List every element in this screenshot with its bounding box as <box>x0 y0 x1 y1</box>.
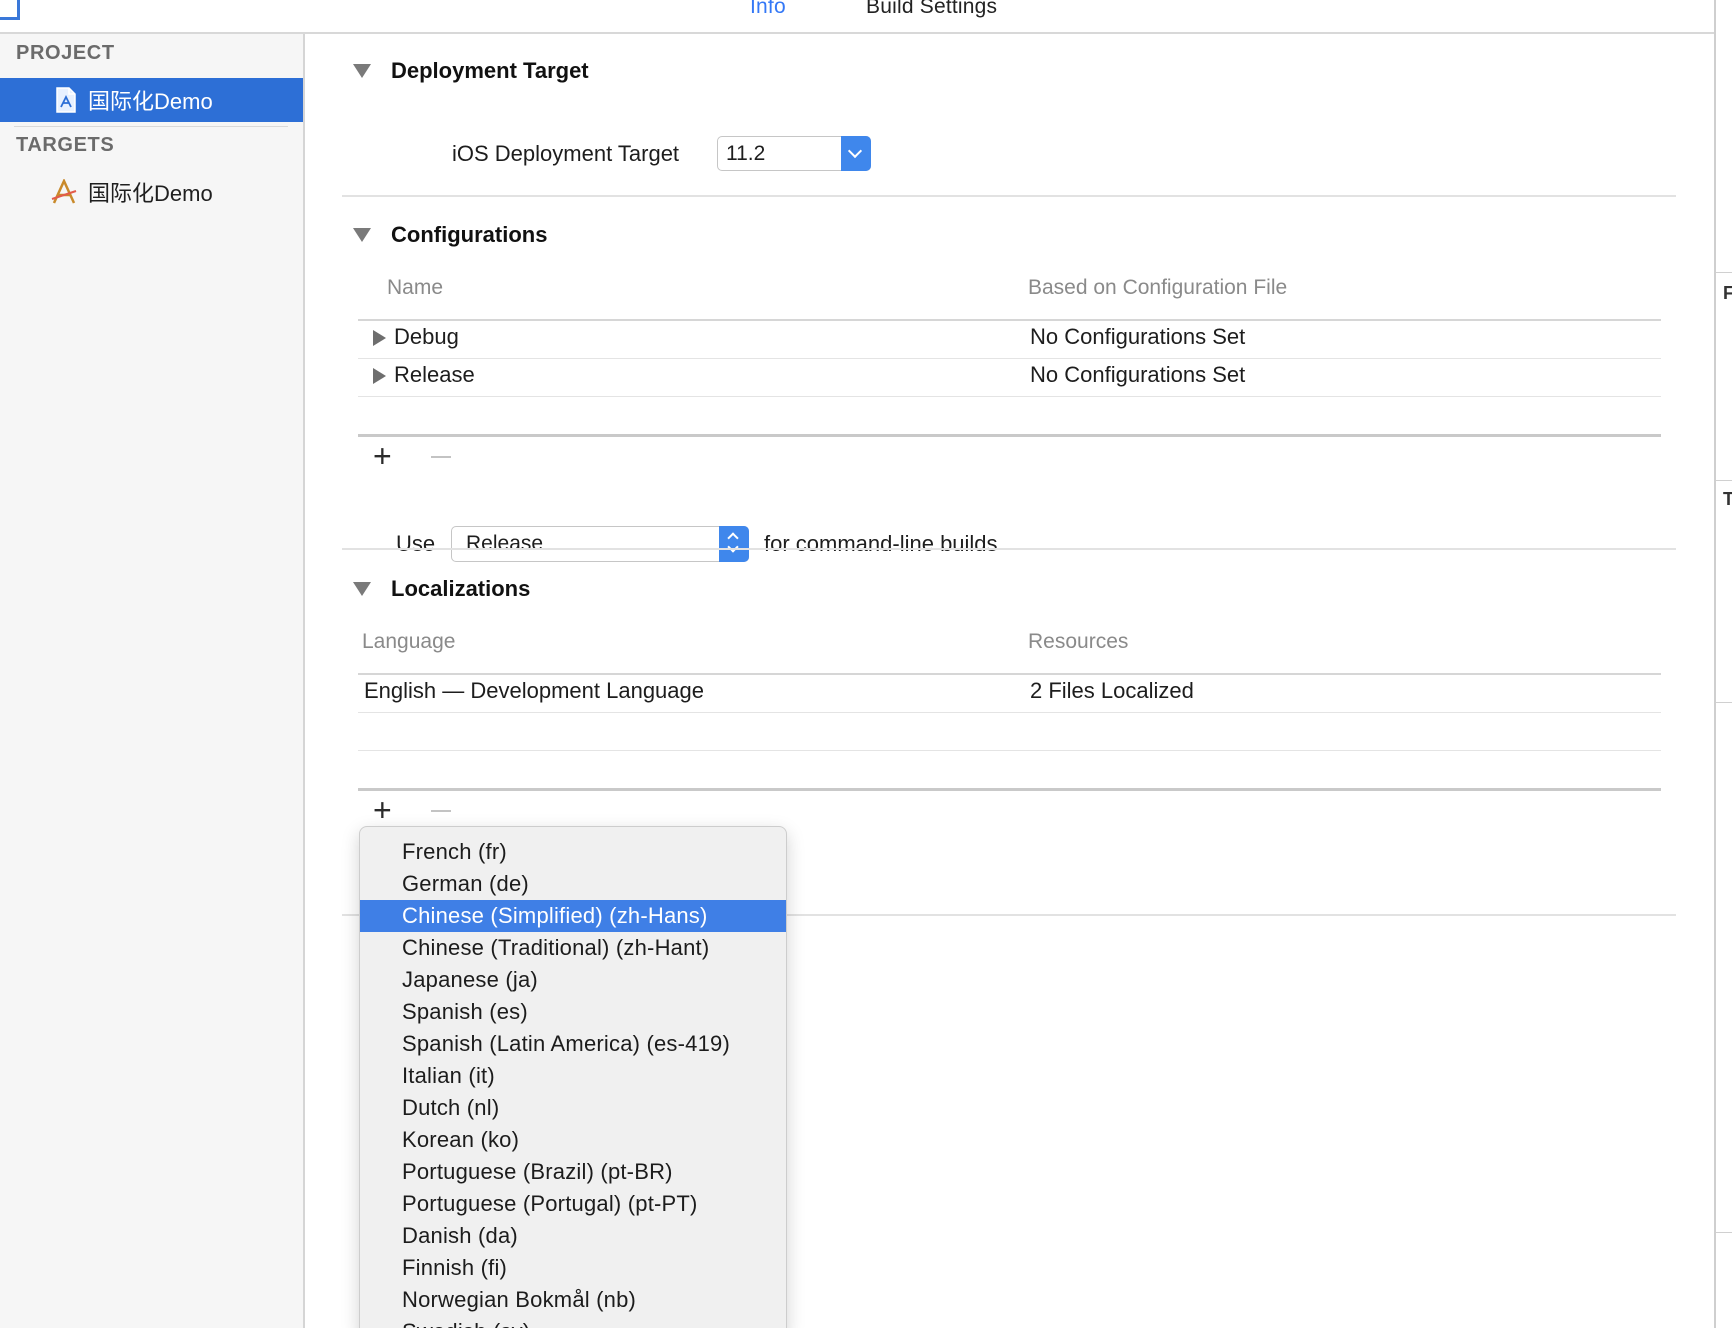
table-header-divider <box>358 319 1661 321</box>
config-name: Release <box>394 362 475 387</box>
column-header-resources[interactable]: Resources <box>1028 630 1128 654</box>
edge-divider <box>1716 272 1732 273</box>
combo-value: 11.2 <box>726 141 766 165</box>
window-corner-indicator <box>0 0 20 20</box>
row-divider <box>358 750 1661 751</box>
section-title: Configurations <box>391 222 548 247</box>
command-line-config-popup[interactable]: Release <box>451 526 749 562</box>
disclosure-triangle-icon[interactable] <box>353 228 371 242</box>
project-navigator: PROJECT 国际化Demo TARGETS 国际化Demo <box>0 34 305 1328</box>
disclosure-triangle-icon[interactable] <box>373 368 386 385</box>
configurations-section[interactable]: Configurations <box>353 222 547 248</box>
disclosure-triangle-icon[interactable] <box>373 330 386 347</box>
disclosure-triangle-icon[interactable] <box>353 582 371 596</box>
row-divider <box>358 396 1661 397</box>
menu-item-swedish[interactable]: Swedish (sv) <box>360 1316 786 1328</box>
localizations-section[interactable]: Localizations <box>353 576 530 602</box>
menu-item-german[interactable]: German (de) <box>360 868 786 900</box>
column-header-language[interactable]: Language <box>362 630 455 654</box>
table-bottom-border <box>358 788 1661 791</box>
sidebar-divider <box>14 126 288 127</box>
config-file-value: No Configurations Set <box>1030 324 1246 349</box>
project-section-header: PROJECT <box>16 42 115 64</box>
menu-item-french[interactable]: French (fr) <box>360 836 786 868</box>
edge-glyph: F <box>1723 283 1732 303</box>
app-target-icon <box>50 177 78 205</box>
section-divider <box>342 548 1676 550</box>
deployment-target-section[interactable]: Deployment Target <box>353 58 589 84</box>
localization-resources: 2 Files Localized <box>1030 678 1194 703</box>
menu-item-portuguese-brazil[interactable]: Portuguese (Brazil) (pt-BR) <box>360 1156 786 1188</box>
menu-item-dutch[interactable]: Dutch (nl) <box>360 1092 786 1124</box>
column-header-name[interactable]: Name <box>387 276 443 300</box>
ios-deployment-target-label: iOS Deployment Target <box>452 141 680 166</box>
config-name: Debug <box>394 324 459 349</box>
column-header-config-file[interactable]: Based on Configuration File <box>1028 276 1287 300</box>
tab-build-settings[interactable]: Build Settings <box>866 0 997 19</box>
menu-item-italian[interactable]: Italian (it) <box>360 1060 786 1092</box>
tab-info[interactable]: Info <box>750 0 786 19</box>
table-header-divider <box>358 673 1661 675</box>
sidebar-item-label: 国际化Demo <box>88 89 213 114</box>
table-row[interactable]: Release <box>373 362 475 388</box>
use-label: Use <box>396 531 436 556</box>
menu-item-spanish-latin-america[interactable]: Spanish (Latin America) (es-419) <box>360 1028 786 1060</box>
row-divider <box>358 358 1661 359</box>
remove-configuration-button[interactable] <box>431 456 451 458</box>
project-file-icon <box>54 87 78 113</box>
config-file-value: No Configurations Set <box>1030 362 1246 387</box>
language-menu[interactable]: French (fr) German (de) Chinese (Simplif… <box>359 826 787 1328</box>
editor-tab-bar: Info Build Settings <box>0 0 1716 34</box>
edge-glyph: T <box>1723 489 1732 509</box>
table-bottom-border <box>358 434 1661 437</box>
menu-item-danish[interactable]: Danish (da) <box>360 1220 786 1252</box>
menu-item-korean[interactable]: Korean (ko) <box>360 1124 786 1156</box>
disclosure-triangle-icon[interactable] <box>353 64 371 78</box>
sidebar-item-target[interactable]: 国际化Demo <box>0 170 303 214</box>
menu-item-norwegian[interactable]: Norwegian Bokmål (nb) <box>360 1284 786 1316</box>
row-divider <box>358 712 1661 713</box>
menu-item-spanish[interactable]: Spanish (es) <box>360 996 786 1028</box>
section-divider <box>342 195 1676 197</box>
edge-divider <box>1716 702 1732 703</box>
edge-divider <box>1716 1232 1732 1233</box>
add-localization-button[interactable]: + <box>373 794 392 826</box>
table-row[interactable]: Debug <box>373 324 459 350</box>
inspector-edge: F T <box>1714 0 1732 1328</box>
remove-localization-button[interactable] <box>431 810 451 812</box>
localization-language[interactable]: English — Development Language <box>364 678 704 704</box>
updown-chevron-icon[interactable] <box>719 526 749 562</box>
add-configuration-button[interactable]: + <box>373 440 392 472</box>
section-title: Deployment Target <box>391 58 589 83</box>
chevron-down-icon[interactable] <box>841 136 871 171</box>
command-line-suffix: for command-line builds <box>764 531 998 556</box>
edge-divider <box>1716 480 1732 481</box>
section-title: Localizations <box>391 576 531 601</box>
menu-item-japanese[interactable]: Japanese (ja) <box>360 964 786 996</box>
menu-item-finnish[interactable]: Finnish (fi) <box>360 1252 786 1284</box>
menu-item-chinese-simplified[interactable]: Chinese (Simplified) (zh-Hans) <box>360 900 786 932</box>
menu-item-chinese-traditional[interactable]: Chinese (Traditional) (zh-Hant) <box>360 932 786 964</box>
targets-section-header: TARGETS <box>16 134 115 156</box>
ios-deployment-target-combo[interactable]: 11.2 <box>717 136 871 171</box>
menu-item-portuguese-portugal[interactable]: Portuguese (Portugal) (pt-PT) <box>360 1188 786 1220</box>
sidebar-item-project[interactable]: 国际化Demo <box>0 78 303 122</box>
sidebar-item-label: 国际化Demo <box>88 181 213 206</box>
popup-value: Release <box>466 532 544 555</box>
